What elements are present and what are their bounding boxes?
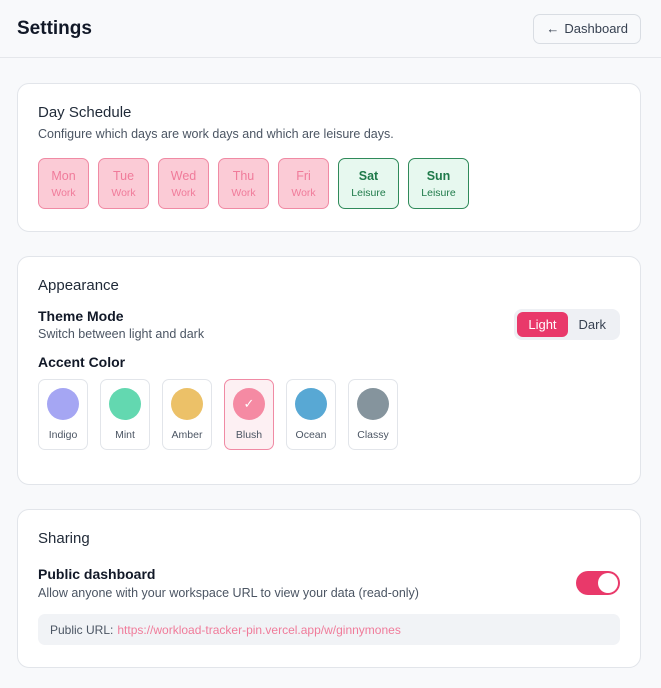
accent-blush[interactable]: ✓ Blush (224, 379, 274, 450)
public-url-link[interactable]: https://workload-tracker-pin.vercel.app/… (117, 623, 400, 637)
accent-label: Classy (357, 429, 389, 441)
public-url-box: Public URL: https://workload-tracker-pin… (38, 614, 620, 645)
theme-mode-description: Switch between light and dark (38, 327, 205, 341)
arrow-left-icon: ← (546, 21, 560, 36)
theme-dark-button[interactable]: Dark (568, 312, 617, 337)
accent-amber[interactable]: Amber (162, 379, 212, 450)
appearance-card: Appearance Theme Mode Switch between lig… (17, 256, 641, 485)
accent-color-title: Accent Color (38, 354, 126, 370)
day-schedule-description: Configure which days are work days and w… (38, 127, 394, 141)
accent-swatch (357, 388, 389, 420)
accent-label: Mint (115, 429, 135, 441)
toggle-knob (598, 573, 618, 593)
accent-label: Ocean (295, 429, 327, 441)
day-schedule-card: Day Schedule Configure which days are wo… (17, 83, 641, 232)
accent-mint[interactable]: Mint (100, 379, 150, 450)
day-mon[interactable]: Mon Work (38, 158, 89, 209)
day-name: Thu (232, 168, 255, 183)
day-type: Leisure (351, 186, 386, 199)
check-icon: ✓ (243, 396, 255, 411)
day-type: Work (231, 186, 256, 199)
day-sun[interactable]: Sun Leisure (408, 158, 469, 209)
public-url-label: Public URL: (50, 622, 114, 637)
day-name: Mon (51, 168, 76, 183)
sharing-card: Sharing Public dashboard Allow anyone wi… (17, 509, 641, 668)
accent-swatch (109, 388, 141, 420)
day-name: Tue (112, 168, 135, 183)
public-dashboard-title: Public dashboard (38, 566, 156, 582)
accent-ocean[interactable]: Ocean (286, 379, 336, 450)
day-fri[interactable]: Fri Work (278, 158, 329, 209)
dashboard-button[interactable]: ← Dashboard (533, 13, 641, 44)
theme-light-button[interactable]: Light (517, 312, 568, 337)
accent-label: Amber (171, 429, 203, 441)
day-schedule-title: Day Schedule (38, 104, 132, 121)
accent-label: Blush (235, 429, 263, 441)
public-dashboard-toggle[interactable] (576, 571, 620, 595)
top-bar: Settings ← Dashboard (0, 0, 661, 58)
public-dashboard-row: Public dashboard Allow anyone with your … (38, 566, 620, 600)
day-sat[interactable]: Sat Leisure (338, 158, 399, 209)
accent-swatch (47, 388, 79, 420)
day-tue[interactable]: Tue Work (98, 158, 149, 209)
accent-swatch: ✓ (233, 388, 265, 420)
day-name: Sun (426, 168, 451, 183)
day-list: Mon Work Tue Work Wed Work Thu Work Fri … (38, 158, 620, 209)
dashboard-button-label: Dashboard (564, 21, 628, 36)
public-dashboard-description: Allow anyone with your workspace URL to … (38, 586, 419, 600)
page-title: Settings (17, 17, 92, 39)
accent-label: Indigo (48, 429, 78, 441)
appearance-title: Appearance (38, 277, 119, 294)
accent-swatch (171, 388, 203, 420)
day-name: Sat (358, 168, 379, 183)
day-type: Leisure (421, 186, 456, 199)
day-type: Work (51, 186, 76, 199)
day-thu[interactable]: Thu Work (218, 158, 269, 209)
accent-swatch (295, 388, 327, 420)
day-type: Work (111, 186, 136, 199)
accent-classy[interactable]: Classy (348, 379, 398, 450)
day-type: Work (171, 186, 196, 199)
theme-mode-row: Theme Mode Switch between light and dark… (38, 308, 620, 341)
accent-indigo[interactable]: Indigo (38, 379, 88, 450)
day-name: Fri (296, 168, 311, 183)
day-name: Wed (170, 168, 197, 183)
accent-color-list: Indigo Mint Amber ✓ Blush Ocean Classy (38, 379, 620, 450)
theme-mode-title: Theme Mode (38, 308, 124, 324)
day-type: Work (291, 186, 316, 199)
sharing-title: Sharing (38, 530, 90, 547)
day-wed[interactable]: Wed Work (158, 158, 209, 209)
theme-mode-switch: Light Dark (514, 309, 620, 340)
